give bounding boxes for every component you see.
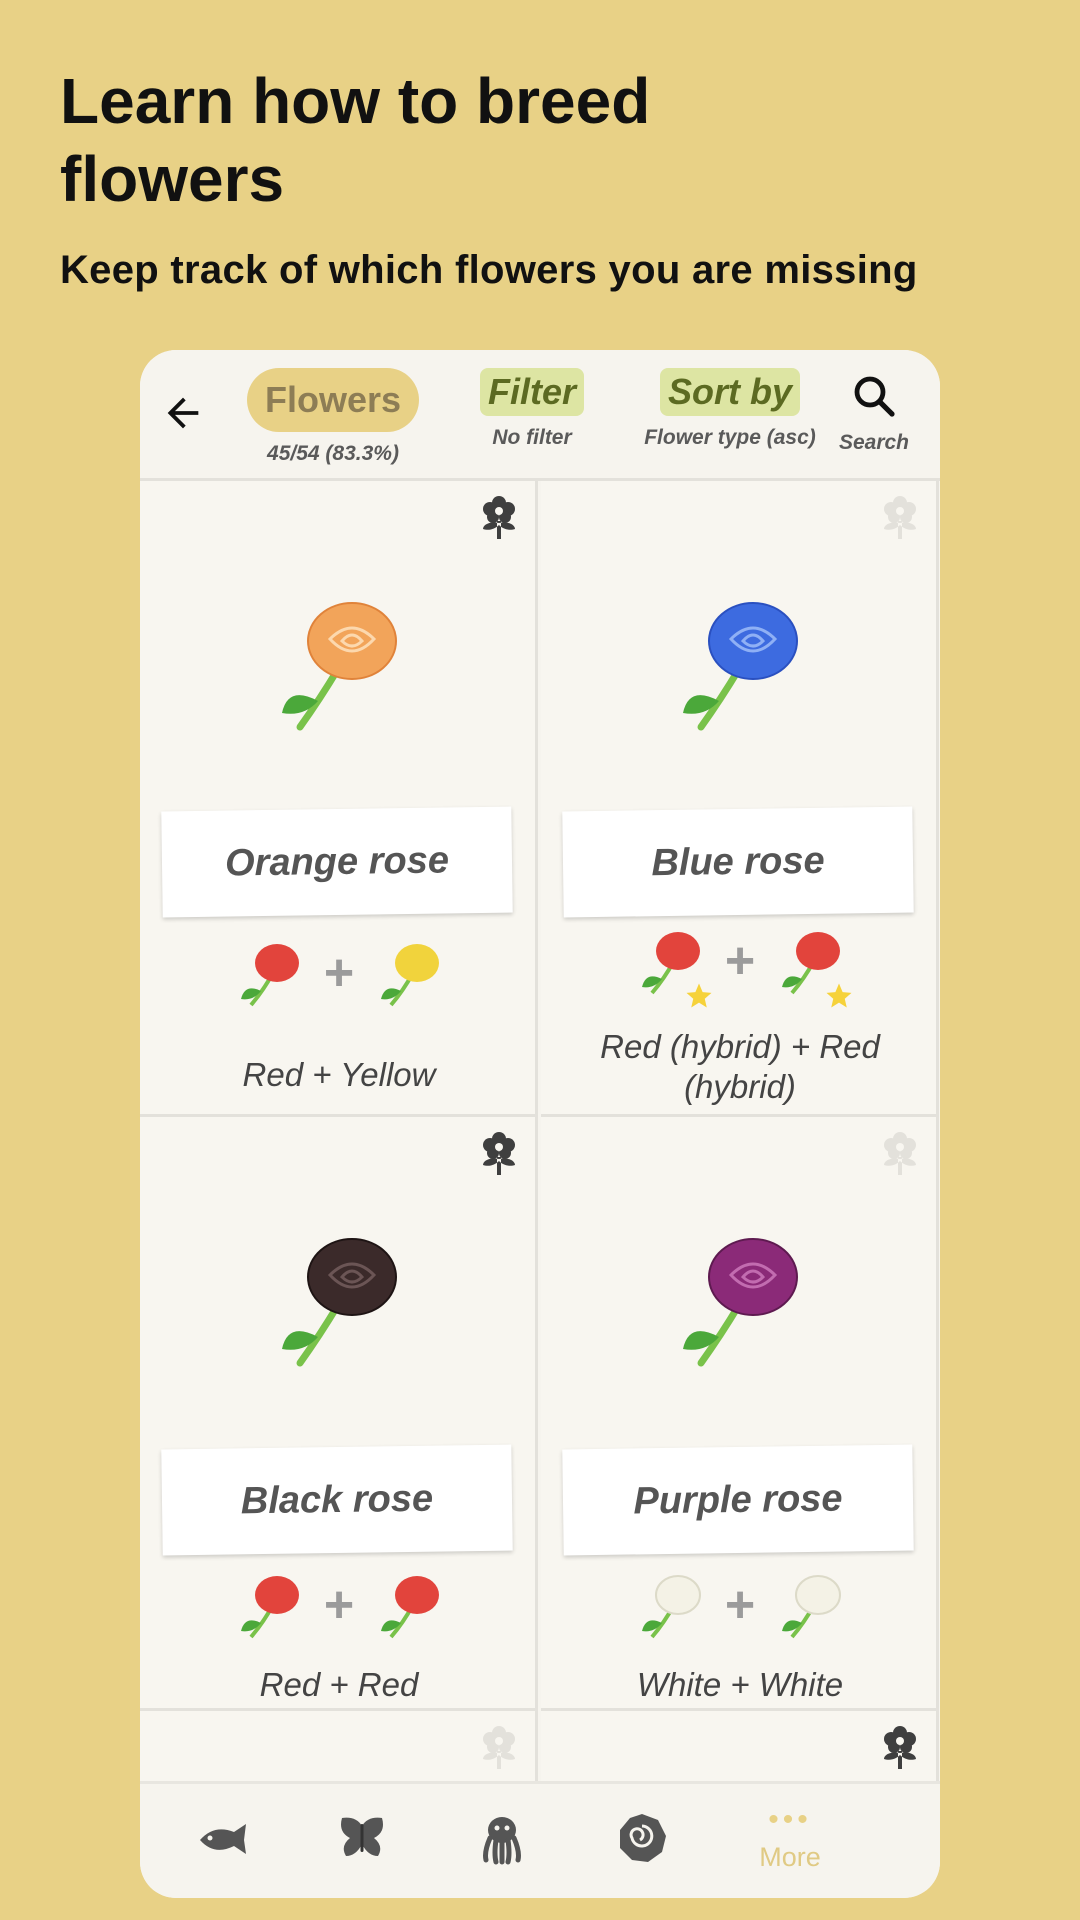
plus-sign: +: [323, 1576, 355, 1634]
nav-bugs[interactable]: [322, 1810, 402, 1874]
red-rose-icon: [233, 1569, 305, 1641]
flower-not-collected-icon[interactable]: [880, 1131, 920, 1177]
octopus-icon[interactable]: [474, 1810, 530, 1866]
nav-sea-creatures[interactable]: [462, 1810, 542, 1874]
nav-more-label[interactable]: More: [732, 1842, 848, 1873]
search-icon[interactable]: [850, 372, 898, 420]
white-rose-icon: [774, 1569, 846, 1641]
search-button[interactable]: Search: [826, 372, 922, 455]
parent-flowers: +: [140, 1569, 538, 1659]
app-screen: Flowers 45/54 (83.3%) Filter No filter S…: [140, 350, 940, 1898]
breeding-recipe: Red + Red: [259, 1666, 419, 1703]
tab-sort[interactable]: Sort by Flower type (asc): [630, 368, 830, 450]
black-rose-image: [282, 1238, 397, 1367]
white-rose-icon: [634, 1569, 706, 1641]
page-subline: Keep track of which flowers you are miss…: [60, 248, 918, 292]
red-rose-hybrid-icon: [774, 925, 852, 1008]
hybrid-star-icon: [826, 983, 852, 1008]
collection-progress: 45/54 (83.3%): [267, 442, 399, 465]
blue-rose-image: [683, 602, 798, 731]
flower-name-plate: Orange rose: [161, 806, 513, 918]
flower-not-collected-icon[interactable]: [479, 1725, 519, 1771]
tab-sort-label[interactable]: Sort by: [659, 368, 800, 416]
flower-grid: Orange rose + Red + Yellow Blue rose + R…: [140, 481, 940, 1811]
fish-icon[interactable]: [194, 1810, 250, 1866]
nav-fossils[interactable]: [602, 1810, 682, 1874]
more-dots-icon[interactable]: •••: [732, 1805, 848, 1835]
breeding-recipe: Red (hybrid) + Red (hybrid): [600, 1028, 880, 1105]
flower-collected-icon[interactable]: [880, 1725, 920, 1771]
parent-flowers: +: [541, 925, 939, 1015]
red-rose-hybrid-icon: [634, 925, 712, 1008]
arrow-left-icon[interactable]: [160, 390, 206, 436]
flower-name-plate: Purple rose: [562, 1444, 914, 1556]
flower-not-collected-icon[interactable]: [880, 495, 920, 541]
bottom-navigation: ••• More: [140, 1781, 940, 1898]
plus-sign: +: [724, 932, 756, 990]
flower-card[interactable]: Purple rose + White + White: [541, 1117, 939, 1711]
orange-rose-image: [282, 602, 397, 731]
hybrid-star-icon: [686, 983, 712, 1008]
plus-sign: +: [724, 1576, 756, 1634]
butterfly-icon[interactable]: [334, 1810, 390, 1866]
flower-card[interactable]: Blue rose + Red (hybrid) + Red (hybrid): [541, 481, 939, 1117]
flower-name-plate: Blue rose: [562, 806, 914, 918]
sort-status: Flower type (asc): [644, 426, 816, 449]
tab-filter-label[interactable]: Filter: [479, 368, 584, 416]
parent-flowers: +: [541, 1569, 939, 1659]
search-label: Search: [838, 431, 910, 454]
fossil-icon[interactable]: [614, 1810, 670, 1866]
flower-collected-icon[interactable]: [479, 495, 519, 541]
tab-flowers[interactable]: Flowers 45/54 (83.3%): [246, 368, 420, 466]
red-rose-icon: [373, 1569, 445, 1641]
nav-more[interactable]: ••• More: [732, 1805, 848, 1874]
top-bar: Flowers 45/54 (83.3%) Filter No filter S…: [140, 350, 940, 481]
breeding-recipe: White + White: [636, 1666, 844, 1703]
yellow-rose-icon: [373, 937, 445, 1009]
purple-rose-image: [683, 1238, 798, 1367]
red-rose-icon: [233, 937, 305, 1009]
flower-card[interactable]: Black rose + Red + Red: [140, 1117, 538, 1711]
nav-fish[interactable]: [182, 1810, 262, 1874]
flower-name-plate: Black rose: [161, 1444, 513, 1556]
tab-flowers-label[interactable]: Flowers: [246, 368, 420, 432]
page-headline: Learn how to breed flowers: [60, 65, 651, 215]
flower-collected-icon[interactable]: [479, 1131, 519, 1177]
plus-sign: +: [323, 944, 355, 1002]
breeding-recipe: Red + Yellow: [242, 1056, 436, 1093]
flower-card[interactable]: Orange rose + Red + Yellow: [140, 481, 538, 1117]
parent-flowers: +: [140, 937, 538, 1027]
tab-filter[interactable]: Filter No filter: [462, 368, 602, 450]
filter-status: No filter: [492, 426, 572, 449]
